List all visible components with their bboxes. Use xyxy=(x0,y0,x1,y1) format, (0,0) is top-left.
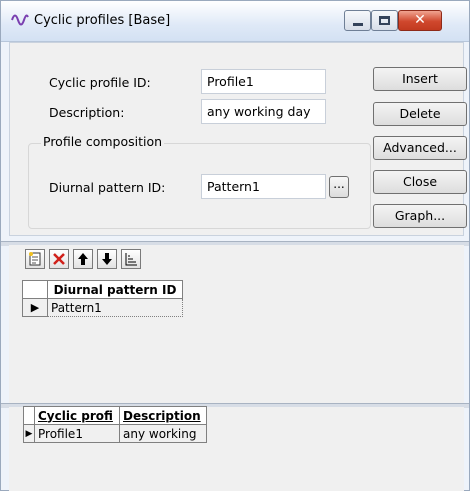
diurnal-pattern-input[interactable]: Pattern1 xyxy=(201,174,326,199)
close-window-button[interactable]: ✕ xyxy=(398,10,442,31)
description-input[interactable]: any working day xyxy=(201,99,326,124)
profile-composition-label: Profile composition xyxy=(41,134,165,149)
window-title: Cyclic profiles [Base] xyxy=(34,13,171,28)
profile-grid: Cyclic profi Description ▶ Profile1 any … xyxy=(23,406,207,443)
new-row-icon xyxy=(29,252,41,266)
maximize-icon xyxy=(379,16,390,25)
pattern-pane: Diurnal pattern ID ▶ Pattern1 xyxy=(9,245,464,403)
sort-button[interactable] xyxy=(121,249,141,269)
advanced-button[interactable]: Advanced... xyxy=(373,136,467,160)
description-column-header[interactable]: Description xyxy=(119,406,207,425)
minimize-button[interactable] xyxy=(344,10,371,31)
minimize-icon xyxy=(353,23,363,26)
sort-icon xyxy=(125,253,137,266)
pattern-grid: Diurnal pattern ID ▶ Pattern1 xyxy=(22,280,183,317)
new-row-button[interactable] xyxy=(25,249,45,269)
close-button[interactable]: Close xyxy=(373,170,467,194)
cyclic-profile-id-input[interactable]: Profile1 xyxy=(201,69,326,94)
grid-corner xyxy=(23,406,35,425)
move-up-button[interactable] xyxy=(73,249,93,269)
browse-pattern-button[interactable]: ... xyxy=(329,176,349,198)
profile-list-pane: Cyclic profi Description ▶ Profile1 any … xyxy=(9,406,464,491)
pattern-column-header[interactable]: Diurnal pattern ID xyxy=(47,280,183,299)
maximize-button[interactable] xyxy=(371,10,398,31)
grid-corner xyxy=(22,280,48,299)
profile-id-cell[interactable]: Profile1 xyxy=(34,424,120,443)
title-bar[interactable]: Cyclic profiles [Base] ✕ xyxy=(1,1,469,42)
graph-button[interactable]: Graph... xyxy=(373,204,467,228)
table-row[interactable]: ▶ Profile1 any working xyxy=(23,424,207,443)
insert-button[interactable]: Insert xyxy=(373,67,467,91)
cyclic-profile-column-header[interactable]: Cyclic profi xyxy=(34,406,120,425)
cyclic-profile-id-label: Cyclic profile ID: xyxy=(49,75,151,90)
delete-row-button[interactable] xyxy=(49,249,69,269)
row-indicator-icon: ▶ xyxy=(23,424,35,443)
move-down-button[interactable] xyxy=(97,249,117,269)
move-down-icon xyxy=(102,253,112,265)
diurnal-pattern-label: Diurnal pattern ID: xyxy=(49,180,166,195)
move-up-icon xyxy=(78,253,88,265)
delete-row-icon xyxy=(53,253,65,265)
cyclic-profiles-window: Cyclic profiles [Base] ✕ Cyclic profile … xyxy=(0,0,470,491)
close-icon: ✕ xyxy=(414,12,426,28)
wave-icon xyxy=(11,14,29,26)
row-indicator-icon: ▶ xyxy=(22,298,48,317)
profile-description-cell[interactable]: any working xyxy=(119,424,207,443)
table-row[interactable]: ▶ Pattern1 xyxy=(22,298,183,317)
description-label: Description: xyxy=(49,105,125,120)
pattern-cell[interactable]: Pattern1 xyxy=(47,298,183,317)
delete-button[interactable]: Delete xyxy=(373,102,467,126)
